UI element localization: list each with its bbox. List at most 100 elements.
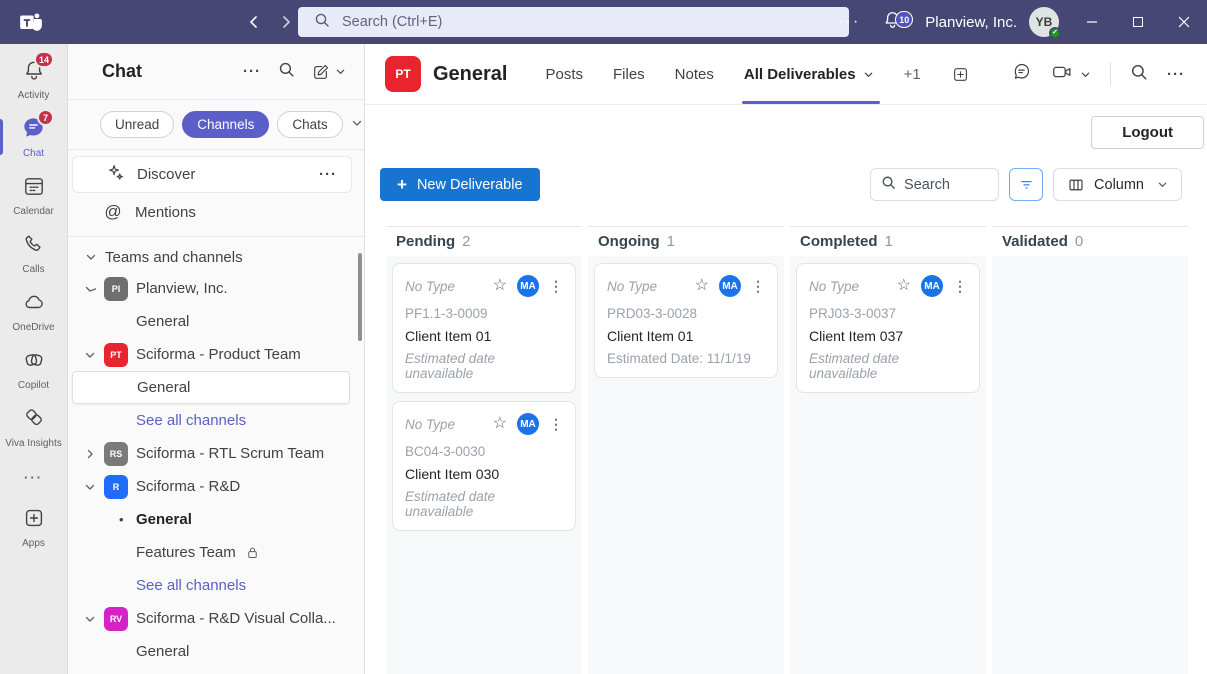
discover-more-icon[interactable]: ··· <box>319 166 337 183</box>
calendar-icon <box>22 174 46 203</box>
nav-back-icon[interactable] <box>246 14 262 30</box>
global-search-input[interactable] <box>342 14 835 30</box>
chevron-down-icon[interactable] <box>84 613 96 625</box>
tab-overflow-count[interactable]: +1 <box>904 66 921 83</box>
lane-count: 1 <box>667 233 675 250</box>
logout-button[interactable]: Logout <box>1091 116 1204 149</box>
add-tab-icon[interactable] <box>951 65 970 84</box>
card-type: No Type <box>405 417 483 432</box>
chevron-down-icon <box>1157 179 1168 190</box>
lock-icon <box>245 545 260 560</box>
search-icon <box>881 175 896 195</box>
card-menu-icon[interactable]: ⋮ <box>953 278 967 295</box>
chevron-right-icon[interactable] <box>84 448 96 460</box>
chevron-down-icon[interactable] <box>84 349 96 361</box>
team-row-rd-visual[interactable]: RV Sciforma - R&D Visual Colla... <box>68 602 364 635</box>
filter-pill-unread[interactable]: Unread <box>100 111 174 138</box>
global-search[interactable] <box>298 7 849 37</box>
chevron-down-icon[interactable] <box>84 481 96 493</box>
open-chat-icon[interactable] <box>1011 61 1032 87</box>
assignee-avatar[interactable]: MA <box>719 275 741 297</box>
window-maximize-icon[interactable] <box>1115 0 1161 44</box>
channel-search-icon[interactable] <box>1130 63 1148 86</box>
rail-item-more[interactable]: ··· <box>0 456 67 498</box>
rail-item-activity[interactable]: 14 Activity <box>0 50 67 108</box>
chat-filter-pills: Unread Channels Chats <box>68 100 364 150</box>
meet-camera-icon[interactable] <box>1051 61 1073 88</box>
see-all-channels-link[interactable]: See all channels <box>68 569 364 602</box>
deliverable-card[interactable]: No Type ☆ MA ⋮ PRD03-3-0028 Client Item … <box>594 263 778 378</box>
discover-item[interactable]: Discover ··· <box>72 156 352 193</box>
channel-planview-general[interactable]: General <box>68 305 364 338</box>
filter-pill-channels[interactable]: Channels <box>182 111 269 138</box>
tab-notes[interactable]: Notes <box>675 44 714 104</box>
card-menu-icon[interactable]: ⋮ <box>549 416 563 433</box>
team-row-rd[interactable]: R Sciforma - R&D <box>68 470 364 503</box>
scrollbar-thumb[interactable] <box>358 253 362 341</box>
new-deliverable-button[interactable]: + New Deliverable <box>380 168 540 201</box>
rail-item-apps[interactable]: Apps <box>0 498 67 556</box>
channel-rv-general[interactable]: General <box>68 635 364 668</box>
rail-label: Chat <box>23 148 44 159</box>
rail-item-viva-insights[interactable]: Viva Insights <box>0 398 67 456</box>
team-row-planview[interactable]: PI Planview, Inc. <box>68 272 364 305</box>
channel-more-icon[interactable]: ··· <box>1167 66 1185 83</box>
viva-insights-icon <box>22 406 46 435</box>
tab-all-deliverables[interactable]: All Deliverables <box>744 44 874 104</box>
card-menu-icon[interactable]: ⋮ <box>751 278 765 295</box>
board-search[interactable] <box>870 168 999 201</box>
rail-item-calendar[interactable]: Calendar <box>0 166 67 224</box>
team-row-rtl-scrum[interactable]: RS Sciforma - RTL Scrum Team <box>68 437 364 470</box>
notification-badge: 10 <box>895 11 913 28</box>
card-name: Client Item 037 <box>809 328 967 344</box>
deliverable-card[interactable]: No Type ☆ MA ⋮ BC04-3-0030 Client Item 0… <box>392 401 576 531</box>
board-search-input[interactable] <box>904 177 988 193</box>
tab-posts[interactable]: Posts <box>545 44 583 104</box>
tab-files[interactable]: Files <box>613 44 645 104</box>
rail-item-calls[interactable]: Calls <box>0 224 67 282</box>
chevron-down-icon[interactable] <box>84 283 96 295</box>
org-name[interactable]: Planview, Inc. <box>925 14 1017 31</box>
chevron-down-icon[interactable] <box>351 116 363 134</box>
new-chat-compose-icon[interactable] <box>312 63 346 81</box>
team-name: Sciforma - Product Team <box>136 346 301 363</box>
star-icon[interactable]: ☆ <box>493 278 507 294</box>
mentions-item[interactable]: @ Mentions <box>68 195 364 229</box>
assignee-avatar[interactable]: MA <box>517 275 539 297</box>
see-all-channels-link[interactable]: See all channels <box>68 404 364 437</box>
rail-label: Calls <box>22 264 44 275</box>
team-row-product-team[interactable]: PT Sciforma - Product Team <box>68 338 364 371</box>
card-menu-icon[interactable]: ⋮ <box>549 278 563 295</box>
deliverable-card[interactable]: No Type ☆ MA ⋮ PRJ03-3-0037 Client Item … <box>796 263 980 393</box>
rail-item-chat[interactable]: 7 Chat <box>0 108 67 166</box>
chat-more-icon[interactable]: ··· <box>243 63 261 80</box>
deliverable-card[interactable]: No Type ☆ MA ⋮ PF1.1-3-0009 Client Item … <box>392 263 576 393</box>
rail-item-copilot[interactable]: Copilot <box>0 340 67 398</box>
window-minimize-icon[interactable] <box>1069 0 1115 44</box>
titlebar-more-icon[interactable]: ··· <box>824 13 874 31</box>
lane-count: 0 <box>1075 233 1083 250</box>
notifications-bell-icon[interactable]: 10 <box>874 9 917 35</box>
chat-search-icon[interactable] <box>278 61 295 83</box>
rail-item-onedrive[interactable]: OneDrive <box>0 282 67 340</box>
lane-title: Validated <box>1002 233 1068 250</box>
filter-button[interactable] <box>1009 168 1043 201</box>
assignee-avatar[interactable]: MA <box>517 413 539 435</box>
assignee-avatar[interactable]: MA <box>921 275 943 297</box>
column-view-button[interactable]: Column <box>1053 168 1182 201</box>
channel-rd-general-unread[interactable]: • General <box>68 503 364 536</box>
channel-rd-features-team[interactable]: Features Team <box>68 536 364 569</box>
channel-pt-general-selected[interactable]: General <box>72 371 350 404</box>
window-close-icon[interactable] <box>1161 0 1207 44</box>
teams-and-channels-header[interactable]: Teams and channels <box>68 242 364 272</box>
nav-forward-icon[interactable] <box>278 14 294 30</box>
lane-title: Completed <box>800 233 878 250</box>
card-name: Client Item 01 <box>607 328 765 344</box>
channel-header: PT General Posts Files Notes All Deliver… <box>365 44 1207 105</box>
rail-label: Copilot <box>18 380 49 391</box>
star-icon[interactable]: ☆ <box>695 278 709 294</box>
avatar[interactable]: YB ✓ <box>1029 7 1059 37</box>
star-icon[interactable]: ☆ <box>897 278 911 294</box>
star-icon[interactable]: ☆ <box>493 416 507 432</box>
filter-pill-chats[interactable]: Chats <box>277 111 342 138</box>
